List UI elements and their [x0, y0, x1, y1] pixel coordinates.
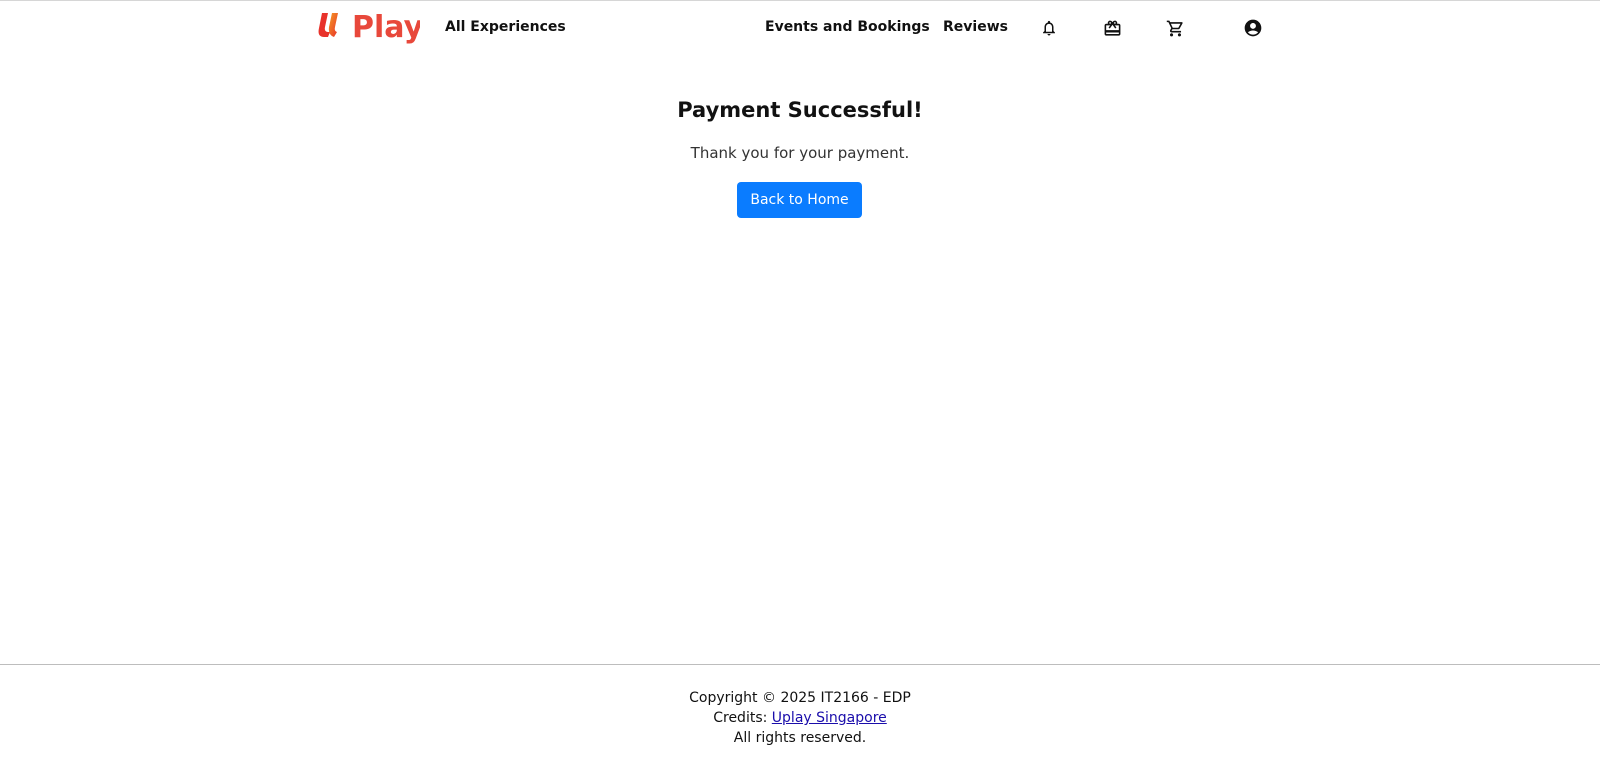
footer-copyright: Copyright © 2025 IT2166 - EDP — [689, 690, 911, 706]
navbar: Play All Experiences Events and Bookings… — [0, 1, 1600, 53]
nav-reviews[interactable]: Reviews — [943, 18, 1008, 36]
footer-divider — [0, 664, 1600, 665]
back-to-home-button[interactable]: Back to Home — [737, 182, 862, 218]
cart-icon[interactable] — [1164, 17, 1186, 39]
payment-message: Thank you for your payment. — [690, 144, 910, 162]
nav-events-and-bookings[interactable]: Events and Bookings — [765, 18, 930, 36]
footer-credits: Credits: Uplay Singapore — [0, 708, 1600, 728]
footer-credits-label: Credits: — [713, 710, 768, 726]
footer-credits-link[interactable]: Uplay Singapore — [772, 710, 887, 726]
page-title: Payment Successful! — [677, 98, 923, 122]
account-icon[interactable] — [1242, 17, 1264, 39]
nav-all-experiences[interactable]: All Experiences — [445, 18, 566, 36]
svg-text:Play: Play — [352, 10, 420, 45]
uplay-logo[interactable]: Play — [318, 7, 420, 45]
uplay-logo-icon: Play — [318, 10, 420, 45]
footer-rights: All rights reserved. — [733, 730, 867, 746]
bell-icon[interactable] — [1038, 17, 1060, 39]
main-content: Payment Successful! Thank you for your p… — [0, 54, 1600, 664]
footer: Copyright © 2025 IT2166 - EDP Credits: U… — [0, 688, 1600, 748]
gift-icon[interactable] — [1101, 17, 1123, 39]
